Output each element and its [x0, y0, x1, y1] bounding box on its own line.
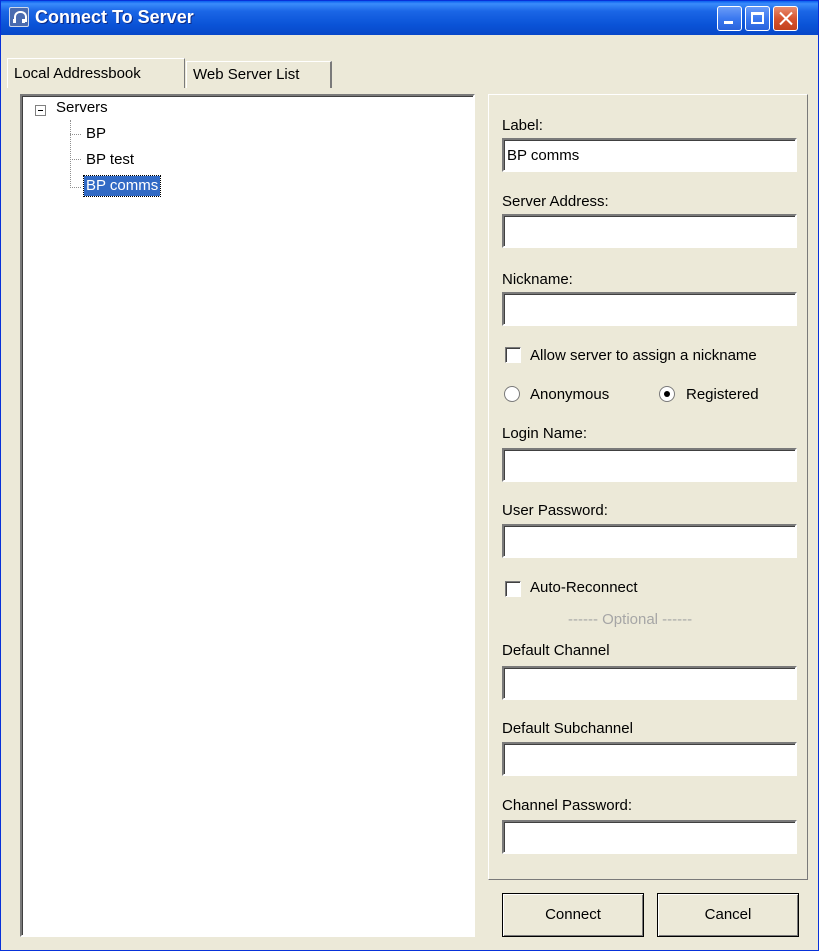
- login-name-field[interactable]: [502, 448, 797, 482]
- default-subchannel-label: Default Subchannel: [502, 720, 633, 737]
- tree-connector: [70, 187, 81, 188]
- auto-reconnect-checkbox[interactable]: [505, 581, 521, 597]
- user-password-label: User Password:: [502, 502, 608, 519]
- server-tree[interactable]: Servers BP BP test BP comms: [20, 94, 475, 937]
- default-subchannel-field[interactable]: [502, 742, 797, 776]
- login-name-label: Login Name:: [502, 425, 588, 442]
- tree-item[interactable]: BP: [84, 124, 108, 144]
- title-bar[interactable]: Connect To Server: [1, 1, 818, 35]
- tab-web-server-list[interactable]: Web Server List: [186, 61, 332, 88]
- label-label: Label:: [502, 117, 543, 134]
- tree-item-selected[interactable]: BP comms: [82, 175, 162, 197]
- maximize-button[interactable]: [745, 6, 770, 31]
- tree-item[interactable]: BP test: [84, 150, 136, 170]
- label-field[interactable]: [502, 138, 797, 172]
- channel-password-label: Channel Password:: [502, 797, 633, 814]
- minimize-button[interactable]: [717, 6, 742, 31]
- allow-nickname-label[interactable]: Allow server to assign a nickname: [530, 347, 757, 364]
- tree-root-servers[interactable]: Servers: [56, 99, 108, 116]
- channel-password-field[interactable]: [502, 820, 797, 854]
- allow-nickname-checkbox[interactable]: [505, 347, 521, 363]
- server-address-label: Server Address:: [502, 193, 609, 210]
- nickname-field[interactable]: [502, 292, 797, 326]
- collapse-icon[interactable]: [35, 105, 46, 116]
- tree-connector: [70, 134, 81, 135]
- nickname-label: Nickname:: [502, 271, 573, 288]
- server-address-field[interactable]: [502, 214, 797, 248]
- registered-label[interactable]: Registered: [686, 386, 759, 403]
- tree-connector: [70, 120, 71, 188]
- default-channel-field[interactable]: [502, 666, 797, 700]
- tab-local-addressbook[interactable]: Local Addressbook: [7, 58, 185, 88]
- registered-radio[interactable]: [659, 386, 675, 402]
- connect-button[interactable]: Connect: [502, 893, 644, 937]
- cancel-button[interactable]: Cancel: [657, 893, 799, 937]
- tree-connector: [70, 159, 81, 160]
- anonymous-radio[interactable]: [504, 386, 520, 402]
- connect-to-server-window: Connect To Server Local Addressbook Web …: [0, 0, 819, 951]
- anonymous-label[interactable]: Anonymous: [530, 386, 609, 403]
- window-title: Connect To Server: [35, 7, 194, 27]
- user-password-field[interactable]: [502, 524, 797, 558]
- auto-reconnect-label[interactable]: Auto-Reconnect: [530, 579, 638, 596]
- optional-separator: ------ Optional ------: [568, 611, 693, 628]
- default-channel-label: Default Channel: [502, 642, 610, 659]
- close-button[interactable]: [773, 6, 798, 31]
- headset-icon: [9, 7, 29, 27]
